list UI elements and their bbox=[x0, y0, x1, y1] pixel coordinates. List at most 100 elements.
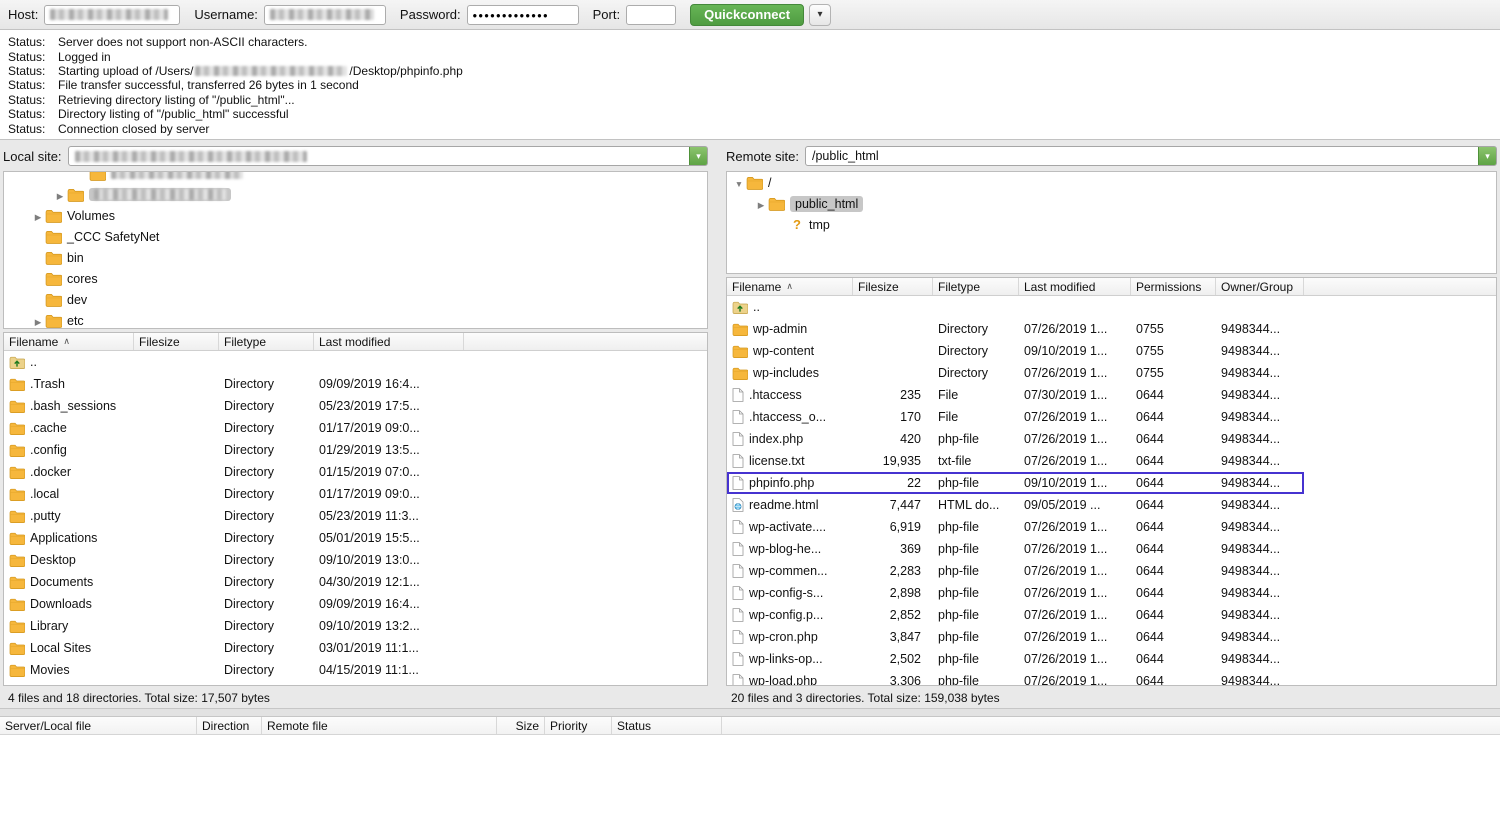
column-header-filetype[interactable]: Filetype bbox=[219, 333, 314, 350]
file-row[interactable]: wp-config-s... 2,898 php-file 07/26/2019… bbox=[727, 582, 1304, 604]
column-header-modified[interactable]: Last modified bbox=[314, 333, 464, 350]
column-header-priority[interactable]: Priority bbox=[545, 717, 612, 734]
file-row[interactable]: Documents Directory 04/30/2019 12:1... bbox=[4, 571, 707, 593]
cell-modified bbox=[314, 351, 464, 373]
remote-site-dropdown-icon[interactable] bbox=[1478, 146, 1497, 166]
file-row[interactable]: .htaccess 235 File 07/30/2019 1... 0644 … bbox=[727, 384, 1304, 406]
file-row[interactable]: Library Directory 09/10/2019 13:2... bbox=[4, 615, 707, 637]
cell-filetype: php-file bbox=[933, 538, 1019, 560]
file-row[interactable]: .config Directory 01/29/2019 13:5... bbox=[4, 439, 707, 461]
port-input[interactable] bbox=[626, 5, 676, 25]
tree-item[interactable]: ? bbox=[4, 184, 707, 205]
column-header-status[interactable]: Status bbox=[612, 717, 722, 734]
column-header-direction[interactable]: Direction bbox=[197, 717, 262, 734]
cell-filesize bbox=[134, 571, 219, 593]
username-input[interactable] bbox=[264, 5, 386, 25]
tree-item-label: / bbox=[768, 176, 771, 190]
local-file-list: Filename∧ Filesize Filetype Last modifie… bbox=[3, 332, 708, 686]
cell-filename: wp-config-s... bbox=[727, 582, 853, 604]
column-header-owner-group[interactable]: Owner/Group bbox=[1216, 278, 1304, 295]
file-row[interactable]: wp-cron.php 3,847 php-file 07/26/2019 1.… bbox=[727, 626, 1304, 648]
file-row[interactable]: readme.html 7,447 HTML do... 09/05/2019 … bbox=[727, 494, 1304, 516]
tree-item[interactable]: ? Volumes bbox=[4, 205, 707, 226]
column-header-filename[interactable]: Filename∧ bbox=[727, 278, 853, 295]
file-row[interactable]: .local Directory 01/17/2019 09:0... bbox=[4, 483, 707, 505]
local-site-combo[interactable] bbox=[68, 146, 708, 166]
vertical-splitter[interactable] bbox=[711, 144, 723, 708]
file-row[interactable]: .bash_sessions Directory 05/23/2019 17:5… bbox=[4, 395, 707, 417]
tree-item[interactable]: ? / bbox=[727, 172, 1496, 193]
file-row[interactable]: wp-includes Directory 07/26/2019 1... 07… bbox=[727, 362, 1304, 384]
cell-filetype: Directory bbox=[219, 439, 314, 461]
filename-text: Desktop bbox=[30, 553, 76, 567]
password-input[interactable] bbox=[467, 5, 579, 25]
filename-text: .htaccess_o... bbox=[749, 410, 826, 424]
file-row[interactable]: wp-commen... 2,283 php-file 07/26/2019 1… bbox=[727, 560, 1304, 582]
tree-item[interactable]: ? _CCC SafetyNet bbox=[4, 226, 707, 247]
file-row[interactable]: Local Sites Directory 03/01/2019 11:1... bbox=[4, 637, 707, 659]
column-header-server-local-file[interactable]: Server/Local file bbox=[0, 717, 197, 734]
file-row[interactable]: wp-admin Directory 07/26/2019 1... 0755 … bbox=[727, 318, 1304, 340]
host-input[interactable] bbox=[44, 5, 180, 25]
file-row[interactable]: Desktop Directory 09/10/2019 13:0... bbox=[4, 549, 707, 571]
file-row[interactable]: .putty Directory 05/23/2019 11:3... bbox=[4, 505, 707, 527]
filename-text: Downloads bbox=[30, 597, 92, 611]
tree-item[interactable]: ? tmp bbox=[727, 214, 1496, 235]
cell-filetype: Directory bbox=[219, 373, 314, 395]
horizontal-splitter[interactable] bbox=[0, 708, 1500, 717]
disclosure-triangle-icon[interactable] bbox=[31, 314, 45, 328]
file-row[interactable]: .Trash Directory 09/09/2019 16:4... bbox=[4, 373, 707, 395]
file-row[interactable]: index.php 420 php-file 07/26/2019 1... 0… bbox=[727, 428, 1304, 450]
cell-modified: 07/26/2019 1... bbox=[1019, 670, 1131, 685]
tree-item[interactable]: ? bin bbox=[4, 247, 707, 268]
remote-site-combo[interactable]: /public_html bbox=[805, 146, 1497, 166]
tree-item[interactable]: ? cores bbox=[4, 268, 707, 289]
cell-modified: 07/26/2019 1... bbox=[1019, 604, 1131, 626]
column-header-filename[interactable]: Filename∧ bbox=[4, 333, 134, 350]
file-row[interactable]: wp-load.php 3,306 php-file 07/26/2019 1.… bbox=[727, 670, 1304, 685]
file-row[interactable]: Movies Directory 04/15/2019 11:1... bbox=[4, 659, 707, 681]
redacted-tree-label bbox=[111, 171, 243, 179]
file-row[interactable]: .docker Directory 01/15/2019 07:0... bbox=[4, 461, 707, 483]
quickconnect-dropdown-button[interactable] bbox=[809, 4, 831, 26]
cell-owner-group: 9498344... bbox=[1216, 494, 1304, 516]
disclosure-triangle-icon[interactable] bbox=[732, 176, 746, 190]
column-header-modified[interactable]: Last modified bbox=[1019, 278, 1131, 295]
cell-permissions: 0644 bbox=[1131, 472, 1216, 494]
file-row[interactable]: phpinfo.php 22 php-file 09/10/2019 1... … bbox=[727, 472, 1304, 494]
cell-filename: license.txt bbox=[727, 450, 853, 472]
file-row[interactable]: .htaccess_o... 170 File 07/26/2019 1... … bbox=[727, 406, 1304, 428]
file-row[interactable]: Applications Directory 05/01/2019 15:5..… bbox=[4, 527, 707, 549]
disclosure-triangle-icon[interactable] bbox=[754, 197, 768, 211]
file-row[interactable]: .. bbox=[4, 351, 707, 373]
tree-item[interactable]: ? etc bbox=[4, 310, 707, 329]
column-header-filesize[interactable]: Filesize bbox=[134, 333, 219, 350]
filename-text: readme.html bbox=[749, 498, 818, 512]
file-row[interactable]: .. bbox=[727, 296, 1304, 318]
column-header-filetype[interactable]: Filetype bbox=[933, 278, 1019, 295]
file-row[interactable]: Downloads Directory 09/09/2019 16:4... bbox=[4, 593, 707, 615]
cell-owner-group: 9498344... bbox=[1216, 318, 1304, 340]
file-icon bbox=[732, 454, 744, 468]
file-row[interactable]: wp-activate.... 6,919 php-file 07/26/201… bbox=[727, 516, 1304, 538]
disclosure-triangle-icon[interactable] bbox=[53, 188, 67, 202]
file-row[interactable]: Music Directory 03/07/2019 16:4... bbox=[4, 681, 707, 685]
file-row[interactable]: wp-content Directory 09/10/2019 1... 075… bbox=[727, 340, 1304, 362]
file-row[interactable]: license.txt 19,935 txt-file 07/26/2019 1… bbox=[727, 450, 1304, 472]
filename-text: .putty bbox=[30, 509, 61, 523]
file-row[interactable]: wp-blog-he... 369 php-file 07/26/2019 1.… bbox=[727, 538, 1304, 560]
quickconnect-button[interactable]: Quickconnect bbox=[690, 4, 804, 26]
tree-item[interactable]: ? dev bbox=[4, 289, 707, 310]
tree-item[interactable]: ? public_html bbox=[727, 193, 1496, 214]
column-header-permissions[interactable]: Permissions bbox=[1131, 278, 1216, 295]
column-header-remote-file[interactable]: Remote file bbox=[262, 717, 497, 734]
column-header-filesize[interactable]: Filesize bbox=[853, 278, 933, 295]
file-row[interactable]: .cache Directory 01/17/2019 09:0... bbox=[4, 417, 707, 439]
disclosure-triangle-icon[interactable] bbox=[31, 209, 45, 223]
column-header-size[interactable]: Size bbox=[497, 717, 545, 734]
file-row[interactable]: wp-config.p... 2,852 php-file 07/26/2019… bbox=[727, 604, 1304, 626]
tree-item[interactable]: ? bbox=[4, 171, 707, 184]
filename-text: .local bbox=[30, 487, 59, 501]
local-site-dropdown-icon[interactable] bbox=[689, 146, 708, 166]
file-row[interactable]: wp-links-op... 2,502 php-file 07/26/2019… bbox=[727, 648, 1304, 670]
